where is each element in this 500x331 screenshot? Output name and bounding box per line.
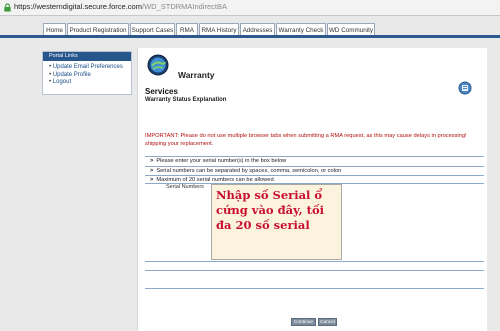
- chevron-right-icon: >: [150, 168, 154, 174]
- serial-numbers-input[interactable]: Nhập số Serial ổ cứng vào đây, tối đa 20…: [211, 184, 342, 260]
- sidebar-link-update-email-preferences[interactable]: Update Email Preferences: [49, 64, 131, 72]
- continue-button[interactable]: Continue: [291, 318, 316, 326]
- instruction-text: Please enter your serial number(s) in th…: [156, 158, 287, 164]
- divider: [145, 288, 484, 289]
- portal-links-header: Portal Links: [43, 52, 131, 61]
- instruction-row: > Please enter your serial number(s) in t…: [145, 156, 484, 165]
- divider: [145, 270, 484, 271]
- lock-icon: [4, 3, 11, 12]
- sidebar-link-update-profile[interactable]: Update Profile: [49, 72, 131, 80]
- portal-links-panel: Portal Links Update Email Preferences Up…: [42, 51, 132, 95]
- url-path: /WD_STDRMAIndirectBA: [141, 2, 228, 11]
- nav-bar-line: [0, 35, 500, 38]
- instruction-row: > Serial numbers can be separated by spac…: [145, 166, 484, 175]
- main-content: Warranty Services Warranty Status Explan…: [137, 48, 487, 331]
- instruction-text: Serial numbers can be separated by space…: [156, 168, 342, 174]
- warranty-globe-icon: [147, 54, 169, 76]
- divider: [145, 261, 484, 262]
- section-title: Services: [145, 87, 178, 96]
- chevron-right-icon: >: [150, 177, 154, 183]
- section-subtitle: Warranty Status Explanation: [145, 97, 227, 103]
- serial-numbers-label: Serial Numbers: [166, 184, 204, 190]
- browser-address-bar[interactable]: https://westerndigital.secure.force.com/…: [0, 0, 500, 16]
- page-title: Warranty: [178, 70, 215, 80]
- chevron-right-icon: >: [150, 158, 154, 164]
- sidebar-link-logout[interactable]: Logout: [49, 79, 131, 87]
- help-icon[interactable]: [458, 81, 472, 95]
- cancel-button[interactable]: Cancel: [318, 318, 337, 326]
- url-host: https://westerndigital.secure.force.com: [14, 2, 142, 11]
- important-notice: IMPORTANT: Please do not use multiple br…: [145, 133, 467, 147]
- instruction-row: > Maximum of 20 serial numbers can be all…: [145, 175, 484, 184]
- instruction-text: Maximum of 20 serial numbers can be allo…: [156, 177, 276, 183]
- url-text[interactable]: https://westerndigital.secure.force.com/…: [14, 2, 227, 11]
